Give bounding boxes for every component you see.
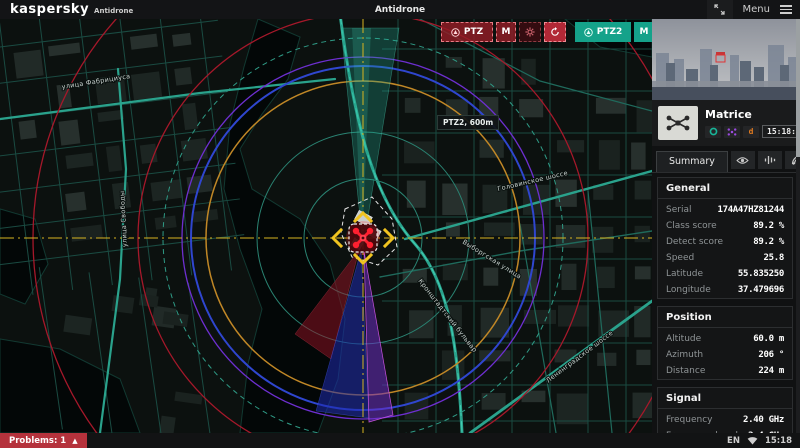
ptz2-button[interactable]: PTZ2 (575, 22, 631, 42)
section-position: Position Altitude60.0 m Azimuth206 ° Dis… (657, 306, 793, 380)
ptz-range-badge: PTZ2, 600m (437, 115, 499, 130)
data-row: Serial174A47HZ81244 (658, 199, 792, 218)
panel-tabs: Summary (652, 146, 800, 173)
ptz2-manual-button[interactable]: M (634, 22, 652, 42)
language-selector[interactable]: EN (727, 436, 740, 446)
map-canvas[interactable]: улица Фабрициуса улица Свободы Головинск… (0, 19, 652, 433)
section-signal: Signal Frequency2.40 GHz Frequency band2… (657, 387, 793, 433)
section-title: General (658, 178, 792, 199)
audio-channel-button[interactable] (758, 151, 782, 169)
tab-summary[interactable]: Summary (656, 151, 728, 172)
summary-content[interactable]: General Serial174A47HZ81244 Class score8… (652, 173, 796, 433)
drone-silhouette-icon (665, 113, 691, 133)
data-row: Distance224 m (658, 363, 792, 379)
data-row: Detect score89.2 % (658, 234, 792, 250)
clock: 15:18 (765, 436, 792, 446)
antidrone-app: kaspersky Antidrone Antidrone Menu (0, 0, 800, 448)
skyline-image (652, 19, 800, 100)
drone-marker[interactable] (346, 221, 380, 255)
visual-channel-button[interactable] (731, 151, 755, 169)
scrollbar-thumb[interactable] (796, 19, 800, 157)
top-bar: kaspersky Antidrone Antidrone Menu (0, 0, 800, 19)
ptz1-button[interactable]: PTZ (441, 22, 493, 42)
ptz1-reset-button[interactable] (544, 22, 566, 42)
drone-thumbnail (658, 106, 698, 140)
gear-icon (525, 27, 535, 37)
section-general: General Serial174A47HZ81244 Class score8… (657, 177, 793, 299)
target-name: Matrice (705, 108, 800, 121)
detection-panel: Matrice d 15:18:19 Summary (652, 19, 800, 433)
data-row: Altitude60.0 m (658, 328, 792, 347)
ptz-camera-icon (584, 28, 593, 37)
data-row: Azimuth206 ° (658, 347, 792, 363)
section-title: Signal (658, 388, 792, 409)
section-title: Position (658, 307, 792, 328)
brand: kaspersky Antidrone (0, 2, 133, 17)
ptz1-settings-button[interactable] (519, 22, 541, 42)
data-row: Latitude55.835250 (658, 266, 792, 282)
eye-icon (736, 156, 749, 165)
problems-button[interactable]: Problems: 1 ▲ (0, 433, 87, 448)
ptz2-group: PTZ2 M (575, 22, 652, 42)
data-row: Longitude37.479696 (658, 282, 792, 298)
ptz1-manual-button[interactable]: M (496, 22, 516, 42)
drone-type-icon (724, 126, 740, 138)
menu-button[interactable]: Menu (743, 4, 770, 15)
data-row: Class score89.2 % (658, 218, 792, 234)
ptz1-group: PTZ M (441, 22, 566, 42)
rf-detection-icon: d (743, 126, 759, 138)
camera-snapshot[interactable] (652, 19, 800, 100)
product-name: Antidrone (94, 7, 133, 15)
chevron-up-icon: ▲ (72, 437, 77, 445)
waveform-icon (764, 155, 776, 165)
panel-scrollbar[interactable] (796, 19, 800, 433)
hamburger-icon[interactable] (780, 5, 792, 14)
detection-time: 15:18:19 (762, 125, 800, 138)
fullscreen-button[interactable] (707, 0, 733, 19)
reset-icon (550, 27, 560, 37)
data-row: Frequency2.40 GHz (658, 409, 792, 428)
wifi-icon (747, 437, 758, 445)
fullscreen-icon (714, 4, 725, 15)
data-row: Speed25.8 (658, 250, 792, 266)
map-view[interactable]: улица Фабрициуса улица Свободы Головинск… (0, 19, 652, 433)
ptz-toolbar: PTZ M PTZ2 M (441, 22, 652, 42)
video-detection-icon (705, 126, 721, 138)
status-bar: Problems: 1 ▲ EN 15:18 (0, 433, 800, 448)
kaspersky-logo: kaspersky (10, 2, 89, 17)
ptz-camera-icon (451, 28, 460, 37)
target-info[interactable]: Matrice d 15:18:19 (652, 100, 800, 146)
